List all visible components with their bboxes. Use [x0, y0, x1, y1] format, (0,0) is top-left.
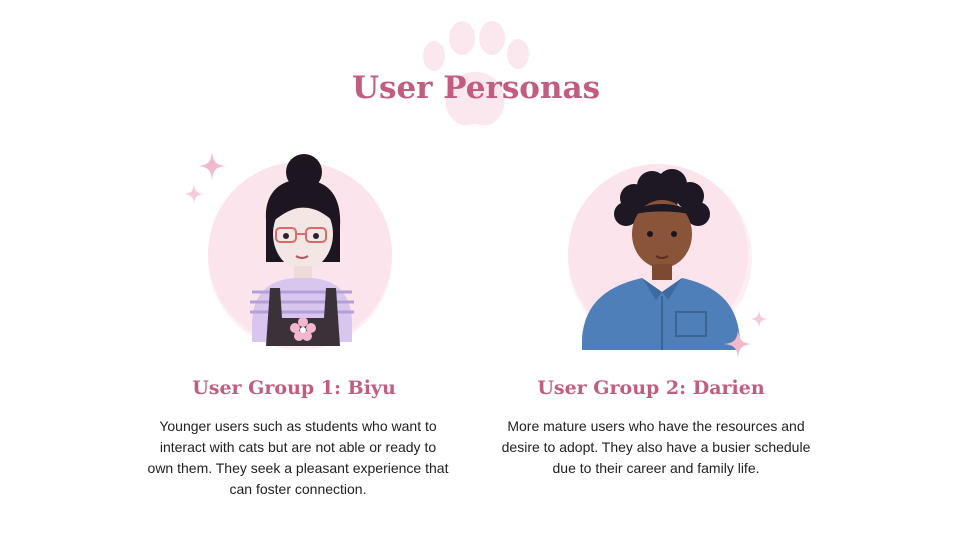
user-group-2-description: More mature users who have the resources…	[501, 418, 811, 476]
sparkle-icon	[724, 330, 752, 358]
user-group-1-title: User Group 1: Biyu	[192, 377, 396, 399]
darien-avatar-icon	[568, 164, 752, 350]
slide: User Personas User Group 1: Biyu Younger…	[0, 0, 960, 540]
user-group-2-title: User Group 2: Darien	[537, 377, 765, 399]
user-group-1-description: Younger users such as students who want …	[147, 418, 449, 497]
sparkle-icon	[198, 152, 226, 180]
sparkle-icon	[184, 184, 204, 204]
page-title: User Personas	[351, 70, 601, 106]
sparkle-icon	[750, 310, 768, 328]
biyu-avatar-icon	[208, 154, 392, 350]
